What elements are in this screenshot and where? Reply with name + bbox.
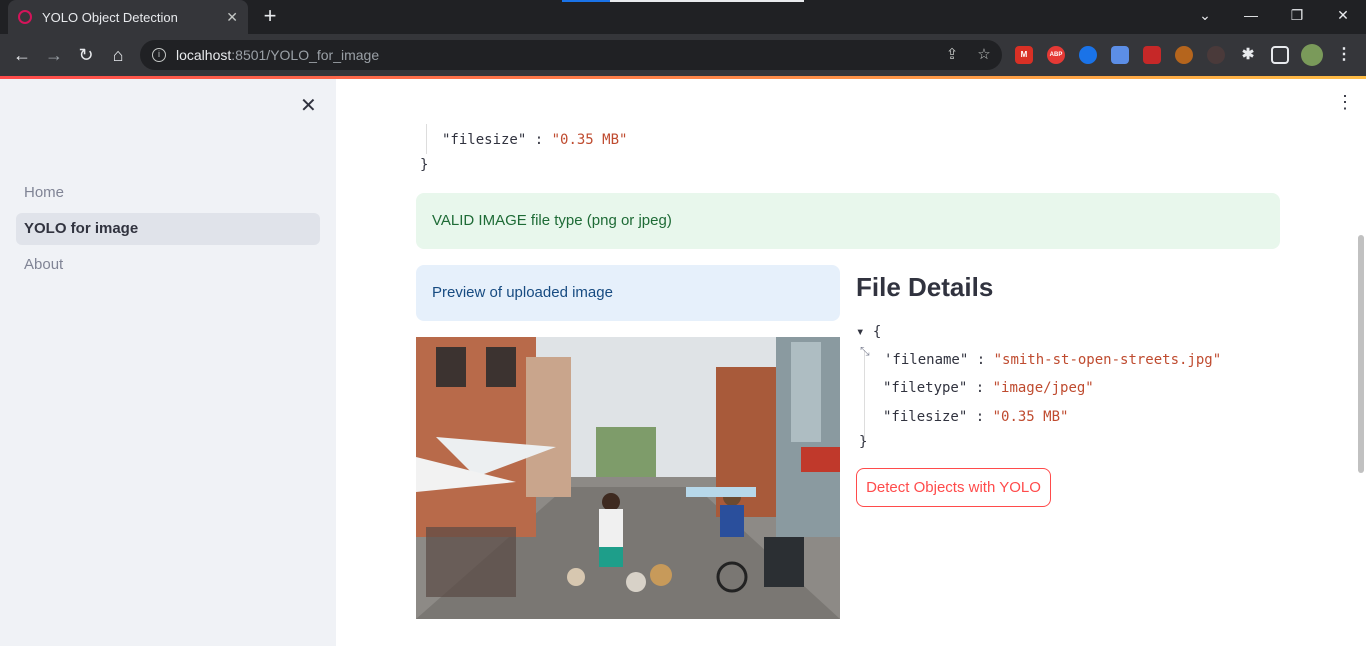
minimize-button[interactable]: —	[1228, 0, 1274, 34]
tab-close-icon[interactable]: ✕	[226, 9, 238, 26]
streamlit-favicon-icon	[18, 10, 32, 24]
json-toggle-icon[interactable]: ▾ {	[856, 324, 881, 340]
tab-search-icon[interactable]: ⌄	[1182, 0, 1228, 34]
info-alert: Preview of uploaded image	[416, 265, 840, 321]
json-filetype-row: "filetype" : "image/jpeg"	[883, 380, 1094, 396]
share-icon[interactable]: ⇪	[942, 45, 962, 65]
new-tab-button[interactable]: +	[258, 4, 282, 28]
address-bar[interactable]: i localhost:8501/YOLO_for_image ⇪ ☆	[140, 40, 1002, 70]
extension-chart-icon[interactable]	[1143, 46, 1161, 64]
file-details-heading: File Details	[856, 272, 994, 302]
sidebar: ✕ Home YOLO for image About	[0, 79, 336, 646]
site-info-icon[interactable]: i	[152, 48, 166, 62]
json-filesize-row: "filesize" : "0.35 MB"	[883, 409, 1069, 425]
main-menu-icon[interactable]: ⋮	[1336, 92, 1354, 112]
sidebar-item-home[interactable]: Home	[16, 177, 320, 209]
home-icon[interactable]: ⌂	[104, 41, 132, 69]
window-close-button[interactable]: ✕	[1320, 0, 1366, 34]
url-text: localhost:8501/YOLO_for_image	[176, 47, 380, 63]
browser-menu-icon[interactable]: ⋮	[1335, 46, 1353, 64]
street-scene-image	[416, 337, 840, 619]
profile-avatar[interactable]	[1301, 44, 1323, 66]
expand-icon[interactable]: ⤡	[860, 344, 870, 359]
extension-save-icon[interactable]	[1111, 46, 1129, 64]
extension-mega-icon[interactable]: M	[1015, 46, 1033, 64]
restore-button[interactable]: ❐	[1274, 0, 1320, 34]
extension-dark-icon[interactable]	[1207, 46, 1225, 64]
bookmark-star-icon[interactable]: ☆	[974, 45, 994, 65]
extension-bookmark-icon[interactable]	[1079, 46, 1097, 64]
sidebar-item-yolo-for-image[interactable]: YOLO for image	[16, 213, 320, 245]
success-alert: VALID IMAGE file type (png or jpeg)	[416, 193, 1280, 249]
json-close-brace: }	[420, 157, 429, 173]
json-filesize-row: "filesize" : "0.35 MB"	[442, 132, 628, 148]
forward-icon[interactable]: →	[40, 41, 68, 69]
json-close-brace: }	[859, 434, 868, 450]
back-icon[interactable]: ←	[8, 41, 36, 69]
tab-title: YOLO Object Detection	[42, 9, 178, 25]
main-scrollbar[interactable]	[1358, 235, 1364, 473]
reload-icon[interactable]: ↻	[72, 41, 100, 69]
sidebar-item-about[interactable]: About	[16, 249, 320, 281]
extensions-puzzle-icon[interactable]: ✱	[1239, 46, 1257, 64]
browser-tab-bar: YOLO Object Detection ✕ + ⌄ — ❐ ✕	[0, 0, 1366, 34]
tab-indicator	[562, 0, 804, 2]
json-filename-row: 'filename" : "smith-st-open-streets.jpg"	[884, 352, 1222, 368]
browser-toolbar: ← → ↻ ⌂ i localhost:8501/YOLO_for_image …	[0, 34, 1366, 76]
extension-cookie-icon[interactable]	[1175, 46, 1193, 64]
file-details-json: ▾ { ⤡ 'filename" : "smith-st-open-street…	[856, 322, 1276, 454]
browser-tab[interactable]: YOLO Object Detection ✕	[8, 0, 248, 34]
sidebar-close-icon[interactable]: ✕	[300, 93, 317, 118]
side-panel-icon[interactable]	[1271, 46, 1289, 64]
detect-objects-button[interactable]: Detect Objects with YOLO	[856, 468, 1051, 507]
extension-adblock-icon[interactable]: ABP	[1047, 46, 1065, 64]
uploaded-image-preview	[416, 337, 840, 619]
